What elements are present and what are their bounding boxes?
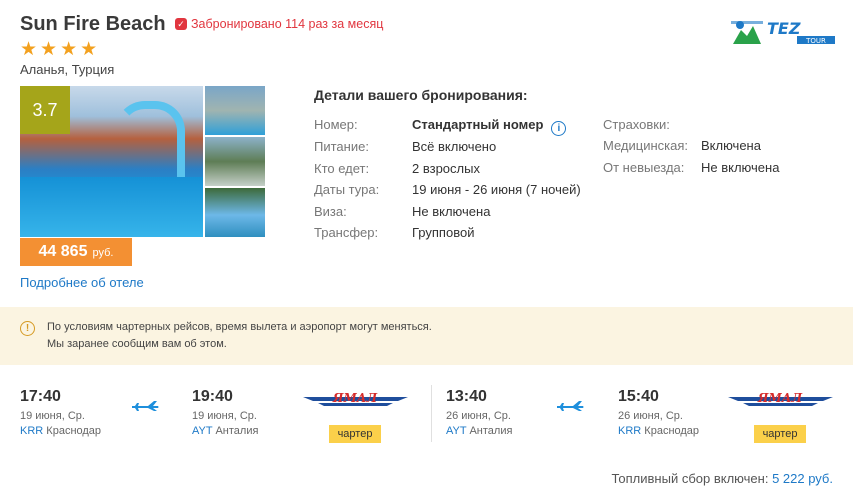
cancellation-label: От невыезда: xyxy=(603,160,685,175)
charter-badge: чартер xyxy=(754,425,806,443)
tez-tour-logo[interactable]: TEZ TOUR xyxy=(731,18,837,46)
meal-label: Питание: xyxy=(314,139,369,154)
departure-date: 26 июня, Ср. xyxy=(446,410,511,422)
departure-time: 17:40 xyxy=(20,388,61,405)
travelers-label: Кто едет: xyxy=(314,161,370,176)
price-currency: руб. xyxy=(92,247,114,259)
hotel-stars: ★ ★ ★ ★ xyxy=(20,40,97,59)
fuel-amount: 5 222 руб. xyxy=(772,471,833,486)
thumbnail-photo[interactable] xyxy=(205,86,265,135)
notice-line-2: Мы заранее сообщим вам об этом. xyxy=(47,338,227,350)
star-icon: ★ xyxy=(60,39,78,60)
warning-icon: ! xyxy=(20,321,35,336)
arrival-time: 15:40 xyxy=(618,388,659,405)
departure-date: 19 июня, Ср. xyxy=(20,410,85,422)
return-arrival: 15:40 26 июня, Ср. KRR Краснодар xyxy=(618,388,699,437)
meal-value: Всё включено xyxy=(412,139,497,154)
fuel-surcharge: Топливный сбор включен: 5 222 руб. xyxy=(611,471,833,486)
departure-airport: AYT Анталия xyxy=(446,425,512,437)
airport-code: KRR xyxy=(20,425,44,437)
outbound-arrival: 19:40 19 июня, Ср. AYT Анталия xyxy=(192,388,258,437)
check-icon: ✓ xyxy=(175,18,187,30)
booking-details-title: Детали вашего бронирования: xyxy=(314,87,528,103)
medical-label: Медицинская: xyxy=(603,138,689,153)
room-label: Номер: xyxy=(314,117,358,132)
travelers-value: 2 взрослых xyxy=(412,161,480,176)
departure-airport: KRR Краснодар xyxy=(20,425,101,437)
airline-name: ЯМАЛ xyxy=(332,391,378,405)
airport-code: AYT xyxy=(192,425,213,437)
airport-city: Краснодар xyxy=(46,425,102,437)
departure-time: 13:40 xyxy=(446,388,487,405)
pool xyxy=(20,177,203,237)
airport-city: Анталия xyxy=(215,425,259,437)
arrival-date: 26 июня, Ср. xyxy=(618,410,683,422)
dates-value: 19 июня - 26 июня (7 ночей) xyxy=(412,182,581,197)
yamal-airline-logo: ЯМАЛ xyxy=(728,391,833,406)
divider xyxy=(431,385,432,442)
dates-label: Даты тура: xyxy=(314,182,380,197)
hotel-name: Sun Fire Beach xyxy=(20,13,166,35)
notice-line-1: По условиям чартерных рейсов, время выле… xyxy=(47,321,432,333)
insurance-label: Страховки: xyxy=(603,117,670,132)
room-value: Стандартный номер i xyxy=(412,117,567,136)
hotel-details-link[interactable]: Подробнее об отеле xyxy=(20,275,144,290)
main-photo[interactable]: 3.7 xyxy=(20,86,203,237)
medical-value: Включена xyxy=(701,138,761,153)
thumbnail-photo[interactable] xyxy=(205,188,265,237)
arrival-airport: AYT Анталия xyxy=(192,425,258,437)
price-badge: 44 865 руб. xyxy=(20,238,132,266)
visa-label: Виза: xyxy=(314,204,347,219)
fuel-label: Топливный сбор включен: xyxy=(611,471,769,486)
arrival-time: 19:40 xyxy=(192,388,233,405)
hotel-gallery[interactable]: 3.7 xyxy=(20,86,265,237)
rating-badge: 3.7 xyxy=(20,86,70,134)
logo-subtext: TOUR xyxy=(805,37,826,45)
plane-icon xyxy=(557,401,584,411)
room-value-text: Стандартный номер xyxy=(412,117,544,132)
info-icon[interactable]: i xyxy=(551,121,567,136)
airport-code: KRR xyxy=(618,425,642,437)
star-icon: ★ xyxy=(40,39,58,60)
transfer-label: Трансфер: xyxy=(314,225,379,240)
charter-badge: чартер xyxy=(329,425,381,443)
arrival-date: 19 июня, Ср. xyxy=(192,410,257,422)
plane-icon xyxy=(132,401,159,411)
airport-code: AYT xyxy=(446,425,467,437)
booked-text: Забронировано 114 раз за месяц xyxy=(191,17,384,31)
airport-city: Анталия xyxy=(469,425,513,437)
transfer-value: Групповой xyxy=(412,225,475,240)
airport-city: Краснодар xyxy=(644,425,700,437)
yamal-airline-logo: ЯМАЛ xyxy=(303,391,408,406)
outbound-departure: 17:40 19 июня, Ср. KRR Краснодар xyxy=(20,388,101,437)
star-icon: ★ xyxy=(80,39,98,60)
thumbnail-photo[interactable] xyxy=(205,137,265,186)
charter-notice: ! По условиям чартерных рейсов, время вы… xyxy=(0,307,853,365)
hotel-location: Аланья, Турция xyxy=(20,62,115,77)
visa-value: Не включена xyxy=(412,204,491,219)
star-icon: ★ xyxy=(20,39,38,60)
logo-text: TEZ xyxy=(767,19,801,38)
airline-name: ЯМАЛ xyxy=(757,391,803,405)
return-departure: 13:40 26 июня, Ср. AYT Анталия xyxy=(446,388,512,437)
arrival-airport: KRR Краснодар xyxy=(618,425,699,437)
booked-count: ✓ Забронировано 114 раз за месяц xyxy=(175,17,383,31)
price-amount: 44 865 xyxy=(38,243,88,260)
cancellation-value: Не включена xyxy=(701,160,780,175)
